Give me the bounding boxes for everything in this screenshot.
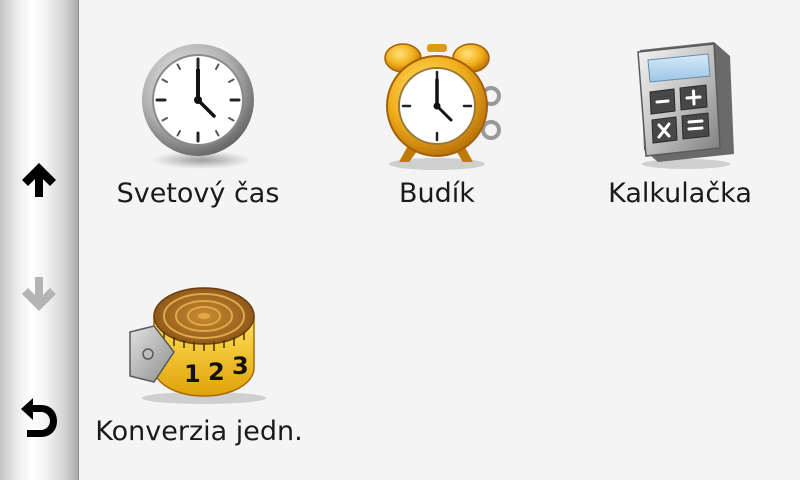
svg-text:1: 1 <box>184 360 201 388</box>
svg-text:3: 3 <box>232 352 249 380</box>
arrow-up-icon <box>22 163 56 197</box>
world-clock-label: Svetový čas <box>116 178 280 209</box>
scroll-up-button[interactable] <box>0 148 78 212</box>
world-clock-icon <box>128 36 268 172</box>
unit-conversion-app[interactable]: 1 2 3 Konverzia jedn. <box>88 276 310 448</box>
world-clock-app[interactable]: Svetový čas <box>110 36 286 210</box>
scroll-down-button[interactable] <box>0 262 78 326</box>
measuring-tape-icon: 1 2 3 <box>124 276 274 406</box>
calculator-label: Kalkulačka <box>608 178 752 209</box>
arrow-down-icon <box>22 277 56 311</box>
alarm-clock-icon <box>367 36 507 172</box>
sidebar <box>0 0 79 480</box>
alarm-clock-app[interactable]: Budík <box>352 36 522 210</box>
calculator-icon <box>610 36 750 172</box>
back-arrow-icon <box>21 398 57 437</box>
back-button[interactable] <box>0 386 78 450</box>
alarm-clock-label: Budík <box>399 178 475 209</box>
unit-conversion-label: Konverzia jedn. <box>95 416 303 447</box>
calculator-app[interactable]: Kalkulačka <box>598 36 762 210</box>
svg-text:2: 2 <box>208 358 225 386</box>
